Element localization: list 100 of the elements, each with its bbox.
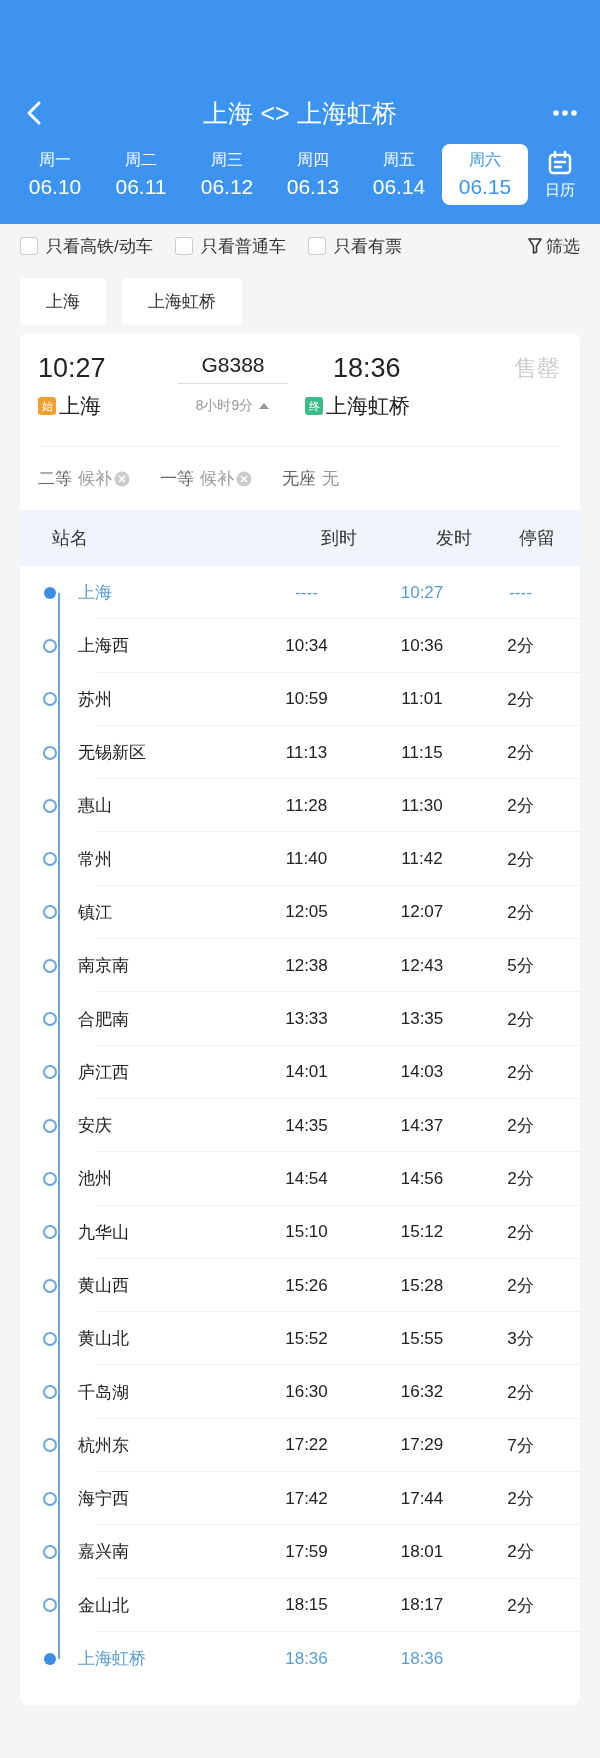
station-name: 苏州 <box>78 688 113 711</box>
stay-cell-text: 2分 <box>506 1381 535 1404</box>
departure-cell-text: 11:01 <box>400 689 444 710</box>
calendar-icon[interactable] <box>547 149 573 176</box>
departure-cell-text: 18:17 <box>399 1595 445 1616</box>
origin-badge: 始 <box>38 397 56 415</box>
station-name: 常州 <box>78 848 113 871</box>
departure-cell-text: 15:55 <box>399 1328 445 1349</box>
stay-cell-text: 2分 <box>506 1061 535 1084</box>
station-name: 南京南 <box>78 955 130 978</box>
calendar-label[interactable]: 日历 <box>545 180 575 200</box>
departure-cell-text: 11:42 <box>400 849 444 870</box>
arrival-cell-text: 17:22 <box>284 1435 329 1456</box>
arrival-cell-text: 12:38 <box>284 955 329 976</box>
stay-cell-text: 2分 <box>506 1221 535 1244</box>
station-name: 惠山 <box>78 795 113 818</box>
arrival-cell-text: 12:05 <box>284 902 329 923</box>
checkbox[interactable] <box>20 237 38 255</box>
departure-cell-text: 17:29 <box>399 1435 445 1456</box>
destination-station: 上海虹桥 <box>326 393 410 419</box>
stay-cell-text: 7分 <box>506 1434 535 1457</box>
arrival-cell-text: 10:34 <box>284 635 329 656</box>
stop-dot <box>43 638 57 653</box>
seat-class: 一等 <box>160 468 194 490</box>
station-name: 合肥南 <box>78 1008 130 1031</box>
stay-cell-text: 2分 <box>506 1115 535 1138</box>
arrival-cell-text: 15:26 <box>284 1275 329 1296</box>
departure-cell-text: 17:44 <box>399 1488 445 1509</box>
stay-cell-text: ---- <box>508 582 533 603</box>
checkbox[interactable] <box>307 237 326 255</box>
arrival-time: 18:36 <box>332 353 402 384</box>
seat-class: 无座 <box>282 468 316 490</box>
date-tab[interactable]: 周二 06.11 <box>98 144 184 205</box>
stay-cell-text: 2分 <box>506 901 535 924</box>
stop-dot <box>43 1545 57 1559</box>
date-tab[interactable]: 周四 06.13 <box>270 144 356 205</box>
stay-cell-text: 2分 <box>506 1008 535 1031</box>
filter-label[interactable]: 只看普通车 <box>200 234 286 258</box>
arrival-cell-text: 17:42 <box>284 1488 329 1509</box>
arrival-cell-text: 14:01 <box>284 1062 329 1083</box>
stay-cell-text: 2分 <box>506 1488 535 1511</box>
checkbox[interactable] <box>174 237 193 255</box>
stop-dot <box>43 1012 57 1026</box>
arrival-cell-text: 15:52 <box>284 1328 329 1349</box>
stay-cell-text: 2分 <box>506 848 535 871</box>
station-name: 池州 <box>78 1168 113 1191</box>
triangle-icon[interactable] <box>258 402 271 410</box>
stop-dot <box>43 745 57 760</box>
station-name: 上海虹桥 <box>78 1648 147 1671</box>
stop-dot <box>43 1278 57 1293</box>
stop-dot <box>44 586 56 599</box>
filter-button[interactable]: 筛选 <box>546 234 580 258</box>
departure-cell-text: 15:12 <box>399 1222 445 1243</box>
arrival-cell-text: 11:28 <box>284 795 329 816</box>
seat-availability: 无 <box>322 468 339 490</box>
departure-cell-text: 10:27 <box>399 582 445 603</box>
station-name: 黄山西 <box>78 1275 130 1297</box>
seat-availability: 候补 <box>200 468 234 490</box>
origin-station: 上海 <box>59 393 101 419</box>
station-name: 镇江 <box>78 901 113 924</box>
terminal-badge: 终 <box>305 397 323 415</box>
date-tab[interactable]: 周三 06.12 <box>184 144 270 205</box>
stay-cell-text: 2分 <box>506 1275 535 1297</box>
stop-dot <box>43 1118 57 1133</box>
arrival-cell-text: 11:13 <box>284 742 329 763</box>
filter-label[interactable]: 只看有票 <box>333 234 402 258</box>
duration: 8小时9分 <box>195 397 254 415</box>
stay-cell-text: 2分 <box>506 1168 535 1191</box>
stop-dot <box>43 798 57 813</box>
column-header: 发时 <box>435 527 473 550</box>
stop-dot <box>43 1331 57 1346</box>
date-tab[interactable]: 周五 06.14 <box>356 144 442 205</box>
departure-cell-text: 11:15 <box>400 742 444 763</box>
stay-cell-text: 2分 <box>506 1594 535 1617</box>
column-header: 站名 <box>52 527 89 550</box>
stop-dot <box>43 852 57 867</box>
date-tab[interactable]: 周六 06.15 <box>442 144 528 205</box>
stop-dot <box>43 1225 57 1240</box>
stay-cell-text: 2分 <box>506 795 535 818</box>
departure-cell-text: 12:07 <box>399 902 445 923</box>
arrival-cell-text: 16:30 <box>284 1382 329 1403</box>
date-tab[interactable]: 周一 06.10 <box>12 144 98 205</box>
station-name: 海宁西 <box>78 1488 130 1511</box>
seat-availability: 候补 <box>78 468 112 490</box>
departure-cell-text: 14:03 <box>399 1062 445 1083</box>
stop-dot <box>43 692 57 707</box>
stop-dot <box>43 1491 57 1506</box>
column-header: 到时 <box>319 527 358 550</box>
seat-class: 二等 <box>38 468 72 490</box>
station-name: 嘉兴南 <box>78 1541 130 1564</box>
station-tab[interactable]: 上海 <box>20 278 106 325</box>
filter-label[interactable]: 只看高铁/动车 <box>46 234 153 258</box>
station-name: 安庆 <box>78 1115 113 1138</box>
station-name: 上海西 <box>78 635 130 658</box>
stop-dot <box>43 905 57 920</box>
departure-cell-text: 13:35 <box>399 1009 445 1029</box>
station-tab[interactable]: 上海虹桥 <box>122 278 242 325</box>
stay-cell-text: 2分 <box>506 688 535 711</box>
arrival-cell-text: 11:40 <box>284 849 329 870</box>
funnel-icon[interactable] <box>528 238 542 254</box>
